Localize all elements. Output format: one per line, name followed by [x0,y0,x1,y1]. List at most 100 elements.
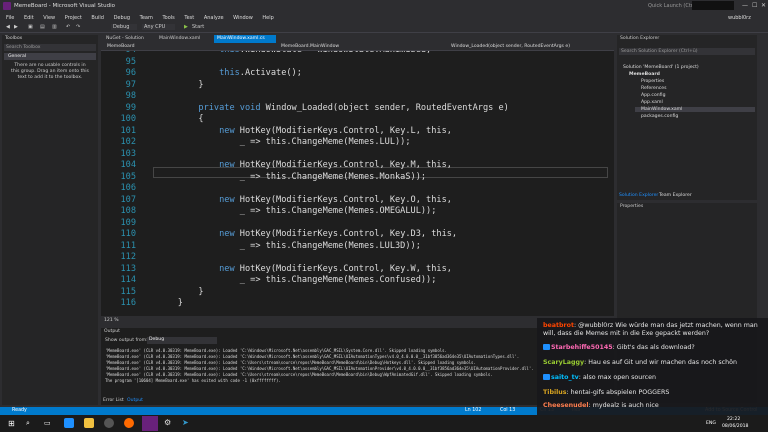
code-area[interactable]: 94 this.WindowState = WindowState.Maximi… [101,51,614,316]
tab-solution-explorer[interactable]: Solution Explorer [619,193,658,198]
close-icon[interactable]: ✕ [761,2,766,9]
code-line[interactable]: _ => this.ChangeMeme(Memes.MonkaS)); [157,172,426,182]
chat-username[interactable]: Cheesenudel [543,402,589,409]
menu-project[interactable]: Project [65,15,82,21]
code-line[interactable]: private void Window_Loaded(object sender… [157,102,509,113]
toolbox-group-general[interactable]: General [4,53,96,60]
telegram-icon[interactable]: ➤ [182,418,189,427]
code-text: .Activate(); [239,68,302,78]
back-icon[interactable]: ◀ [6,24,10,30]
code-line[interactable]: } [157,298,183,308]
chat-username[interactable]: beatbrot [543,322,574,329]
edge-icon[interactable] [64,418,74,428]
forward-icon[interactable]: ▶ [14,24,18,30]
toolbox-search[interactable]: Search Toolbox [4,44,96,51]
code-line[interactable]: this.Activate(); [157,68,302,78]
code-line[interactable]: } [157,287,203,297]
minimize-icon[interactable]: — [742,2,748,9]
redo-icon[interactable]: ↷ [76,24,80,30]
save-all-icon[interactable]: ▥ [52,24,57,30]
tree-references[interactable]: References [641,86,667,91]
code-text: _ => this.ChangeMeme(Memes.MonkaS)); [239,171,427,182]
code-line[interactable]: { [157,114,203,124]
clock-time[interactable]: 22:22 [727,417,740,422]
visual-studio-taskbar-icon[interactable] [142,416,158,431]
language-indicator[interactable]: ENG [706,421,716,426]
code-keyword: new [219,263,235,274]
user-name[interactable]: wubbl0rz [728,15,751,21]
code-line[interactable]: new HotKey(ModifierKeys.Control, Key.O, … [157,195,452,205]
menu-window[interactable]: Window [233,15,253,21]
tree-mainwindow-xaml[interactable]: MainWindow.xaml [635,107,755,112]
app-icon[interactable] [104,418,114,428]
tree-project[interactable]: MemeBoard [629,72,660,77]
windows-start-icon[interactable]: ⊞ [8,419,15,428]
undo-icon[interactable]: ↶ [66,24,70,30]
tab-mainwindow-cs[interactable]: MainWindow.xaml.cs [214,35,276,43]
new-project-icon[interactable]: ▣ [28,24,33,30]
firefox-icon[interactable] [124,418,134,428]
code-keyword: this [219,68,240,78]
save-icon[interactable]: ▤ [40,24,45,30]
config-dropdown[interactable]: Debug [111,24,138,30]
nav-class-dropdown[interactable]: MemeBoard.MainWindow [281,44,339,49]
menu-view[interactable]: View [43,15,55,21]
editor-tabs: NuGet - Solution MainWindow.xaml MainWin… [101,35,614,43]
menu-file[interactable]: File [6,15,14,21]
code-line[interactable]: this.WindowState = WindowState.Maximized… [157,51,431,55]
menu-help[interactable]: Help [262,15,273,21]
tree-properties[interactable]: Properties [641,79,664,84]
line-number: 102 [120,137,136,147]
tab-nuget[interactable]: NuGet - Solution [103,35,147,43]
tree-app-xaml[interactable]: App.xaml [641,100,663,105]
chat-username[interactable]: Tibilus [543,389,567,396]
line-number: 96 [125,68,136,78]
line-number: 111 [120,240,136,251]
solution-search[interactable]: Search Solution Explorer (Ctrl+ü) [619,48,755,55]
code-line[interactable]: _ => this.ChangeMeme(Memes.OMEGALUL)); [157,206,437,216]
line-number: 95 [125,56,136,67]
code-text: Window_Loaded(object sender, RoutedEvent… [260,102,509,113]
tree-solution[interactable]: Solution 'MemeBoard' (1 project) [623,65,699,70]
start-icon[interactable]: ▶ [184,24,188,30]
quick-launch-box[interactable] [692,1,734,10]
nav-member-dropdown[interactable]: Window_Loaded(object sender, RoutedEvent… [451,44,570,49]
code-line[interactable]: _ => this.ChangeMeme(Memes.Confused)); [157,275,437,285]
menu-build[interactable]: Build [91,15,104,21]
explorer-icon[interactable] [84,418,94,428]
menu-tools[interactable]: Tools [162,15,174,21]
tree-packages-config[interactable]: packages.config [641,114,678,119]
clock-date[interactable]: 08/06/2018 [722,424,748,429]
task-view-icon[interactable]: ▭ [44,419,51,427]
code-line[interactable]: new HotKey(ModifierKeys.Control, Key.L, … [157,126,452,136]
code-line[interactable]: new HotKey(ModifierKeys.Control, Key.M, … [157,160,452,170]
tab-error-list[interactable]: Error List [103,398,124,403]
code-line[interactable]: } [157,80,203,90]
chat-username[interactable]: saito_tv [551,374,579,381]
tree-app-config[interactable]: App.config [641,93,666,98]
code-line[interactable]: new HotKey(ModifierKeys.Control, Key.D3,… [157,229,457,239]
menu-debug[interactable]: Debug [114,15,130,21]
menu-edit[interactable]: Edit [24,15,34,21]
code-line[interactable]: _ => this.ChangeMeme(Memes.LUL3D)); [157,241,421,251]
nav-project-dropdown[interactable]: MemeBoard [107,44,135,49]
menu-team[interactable]: Team [140,15,153,21]
platform-dropdown[interactable]: Any CPU [142,24,176,30]
show-output-dropdown[interactable]: Debug [147,337,217,344]
code-line[interactable]: new HotKey(ModifierKeys.Control, Key.W, … [157,264,452,274]
menu-test[interactable]: Test [184,15,194,21]
tab-team-explorer[interactable]: Team Explorer [659,193,692,198]
code-text: HotKey(ModifierKeys.Control, Key.M, this… [234,160,452,170]
maximize-icon[interactable]: ☐ [752,2,757,9]
search-icon[interactable]: ⌕ [26,419,30,428]
vs-logo-icon [3,2,11,10]
tab-output[interactable]: Output [127,398,143,403]
settings-gear-icon[interactable]: ⚙ [164,418,171,427]
code-line[interactable]: _ => this.ChangeMeme(Memes.LUL)); [157,137,411,147]
start-button[interactable]: Start [192,24,204,30]
chat-username[interactable]: Starbehiffe50145 [551,344,613,351]
menu-analyze[interactable]: Analyze [204,15,224,21]
chat-username[interactable]: ScaryLaggy [543,359,584,366]
tab-mainwindow-xaml[interactable]: MainWindow.xaml [156,35,203,43]
